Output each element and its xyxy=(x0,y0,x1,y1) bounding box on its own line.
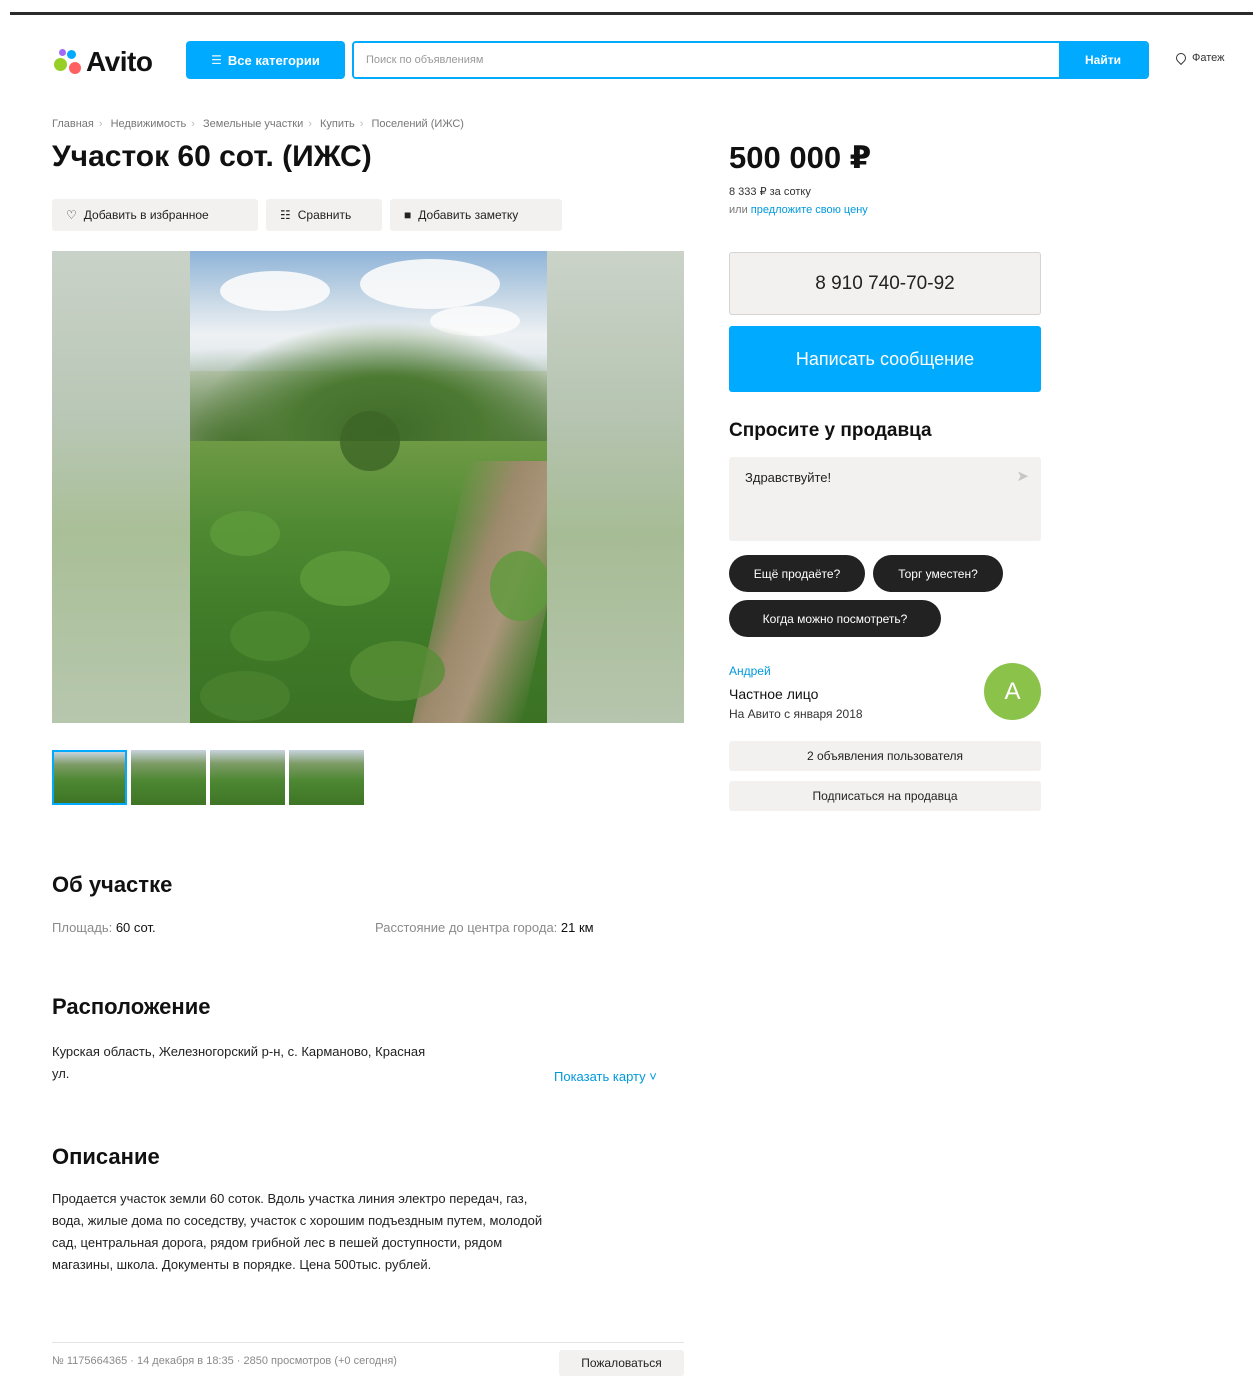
offer-price-link[interactable]: предложите свою цену xyxy=(751,204,868,216)
add-note-label: Добавить заметку xyxy=(418,208,519,222)
compare-label: Сравнить xyxy=(297,208,352,222)
show-map-link[interactable]: Показать карту ˅ xyxy=(554,1069,657,1084)
send-icon[interactable]: ➤ xyxy=(1016,467,1029,485)
page-title: Участок 60 сот. (ИЖС) xyxy=(52,140,372,173)
description-heading: Описание xyxy=(52,1144,160,1169)
breadcrumb: Главная › Недвижимость › Земельные участки… xyxy=(52,118,464,130)
quick-question-still-selling[interactable]: Ещё продаёте? xyxy=(729,555,865,592)
city-selector[interactable]: Фатеж xyxy=(1173,50,1225,66)
ask-seller-title: Спросите у продавца xyxy=(729,420,932,441)
location-pin-icon xyxy=(1173,50,1189,66)
header: Avito ☰ Все категории Найти Фатеж xyxy=(0,30,1253,90)
location-heading: Расположение xyxy=(52,994,211,1019)
compare-button[interactable]: ☷ Сравнить xyxy=(266,199,382,231)
compare-icon: ☷ xyxy=(280,208,291,222)
add-note-button[interactable]: ■ Добавить заметку xyxy=(390,199,562,231)
report-button[interactable]: Пожаловаться xyxy=(559,1350,684,1376)
thumbnail-strip xyxy=(52,750,364,805)
price: 500 000 ₽ xyxy=(729,140,872,175)
price-per-unit: 8 333 ₽ за сотку xyxy=(729,186,811,198)
thumbnail-4[interactable] xyxy=(289,750,364,805)
listing-meta: № 1175664365 · 14 декабря в 18:35 · 2850… xyxy=(52,1355,397,1367)
breadcrumb-item-izhs[interactable]: Поселений (ИЖС) xyxy=(372,118,464,130)
add-to-favorites-label: Добавить в избранное xyxy=(83,208,209,222)
breadcrumb-item-buy[interactable]: Купить xyxy=(320,118,355,130)
breadcrumb-item-realty[interactable]: Недвижимость xyxy=(111,118,187,130)
ask-seller-input[interactable] xyxy=(729,457,1031,497)
subscribe-seller-button[interactable]: Подписаться на продавца xyxy=(729,781,1041,811)
avatar[interactable]: А xyxy=(984,663,1041,720)
avito-logo[interactable]: Avito xyxy=(52,44,153,80)
description-line: магазины, школа. Документы в порядке. Це… xyxy=(52,1257,432,1272)
area-value: 60 сот. xyxy=(115,920,156,935)
distance-param: Расстояние до центра города: 21 км xyxy=(375,920,594,935)
quick-question-bargain[interactable]: Торг уместен? xyxy=(873,555,1003,592)
search-bar: Найти xyxy=(352,41,1149,79)
address: Курская область, Железногорский р-н, с. … xyxy=(52,1041,425,1085)
ask-seller-box: ➤ xyxy=(729,457,1041,541)
logo-text: Avito xyxy=(86,46,153,77)
description-line: Продается участок земли 60 соток. Вдоль … xyxy=(52,1191,528,1206)
breadcrumb-item-land[interactable]: Земельные участки xyxy=(203,118,303,130)
footer-divider xyxy=(52,1342,684,1343)
thumbnail-3[interactable] xyxy=(210,750,285,805)
categories-icon: ☰ xyxy=(211,53,222,67)
thumbnail-2[interactable] xyxy=(131,750,206,805)
top-border xyxy=(10,12,1253,15)
listing-actions: ♡ Добавить в избранное ☷ Сравнить ■ Доба… xyxy=(52,199,562,231)
gallery-blur-right xyxy=(547,251,684,723)
address-line-2: ул. xyxy=(52,1066,70,1081)
description-line: сад, центральная дорога, рядом грибной л… xyxy=(52,1235,503,1250)
description-line: вода, жилые дома по соседству, участок с… xyxy=(52,1213,543,1228)
description-text: Продается участок земли 60 соток. Вдоль … xyxy=(52,1188,542,1276)
area-label: Площадь: xyxy=(52,920,113,935)
distance-label: Расстояние до центра города: xyxy=(375,920,558,935)
quick-question-when-view[interactable]: Когда можно посмотреть? xyxy=(729,600,941,637)
thumbnail-1[interactable] xyxy=(52,750,127,805)
breadcrumb-item-home[interactable]: Главная xyxy=(52,118,94,130)
heart-icon: ♡ xyxy=(66,208,77,222)
all-categories-button[interactable]: ☰ Все категории xyxy=(186,41,345,79)
gallery-blur-left xyxy=(52,251,190,723)
write-message-button[interactable]: Написать сообщение xyxy=(729,326,1041,392)
city-label: Фатеж xyxy=(1192,52,1225,64)
distance-value: 21 км xyxy=(560,920,594,935)
seller-type: Частное лицо xyxy=(729,686,819,702)
main-photo[interactable] xyxy=(190,251,547,723)
seller-listings-button[interactable]: 2 объявления пользователя xyxy=(729,741,1041,771)
offer-price: или предложите свою цену xyxy=(729,204,868,216)
show-phone-button[interactable]: 8 910 740-70-92 xyxy=(729,252,1041,315)
logo-dots-icon xyxy=(52,47,84,77)
search-input[interactable] xyxy=(354,43,1059,77)
address-line-1: Курская область, Железногорский р-н, с. … xyxy=(52,1044,426,1059)
search-button[interactable]: Найти xyxy=(1059,43,1147,77)
photo-gallery[interactable] xyxy=(52,251,684,723)
offer-prefix: или xyxy=(729,204,751,216)
about-heading: Об участке xyxy=(52,872,173,897)
add-to-favorites-button[interactable]: ♡ Добавить в избранное xyxy=(52,199,258,231)
area-param: Площадь: 60 сот. xyxy=(52,920,156,935)
seller-name-link[interactable]: Андрей xyxy=(729,664,771,678)
note-icon: ■ xyxy=(404,208,412,222)
all-categories-label: Все категории xyxy=(227,52,320,68)
seller-since: На Авито с января 2018 xyxy=(729,707,863,721)
